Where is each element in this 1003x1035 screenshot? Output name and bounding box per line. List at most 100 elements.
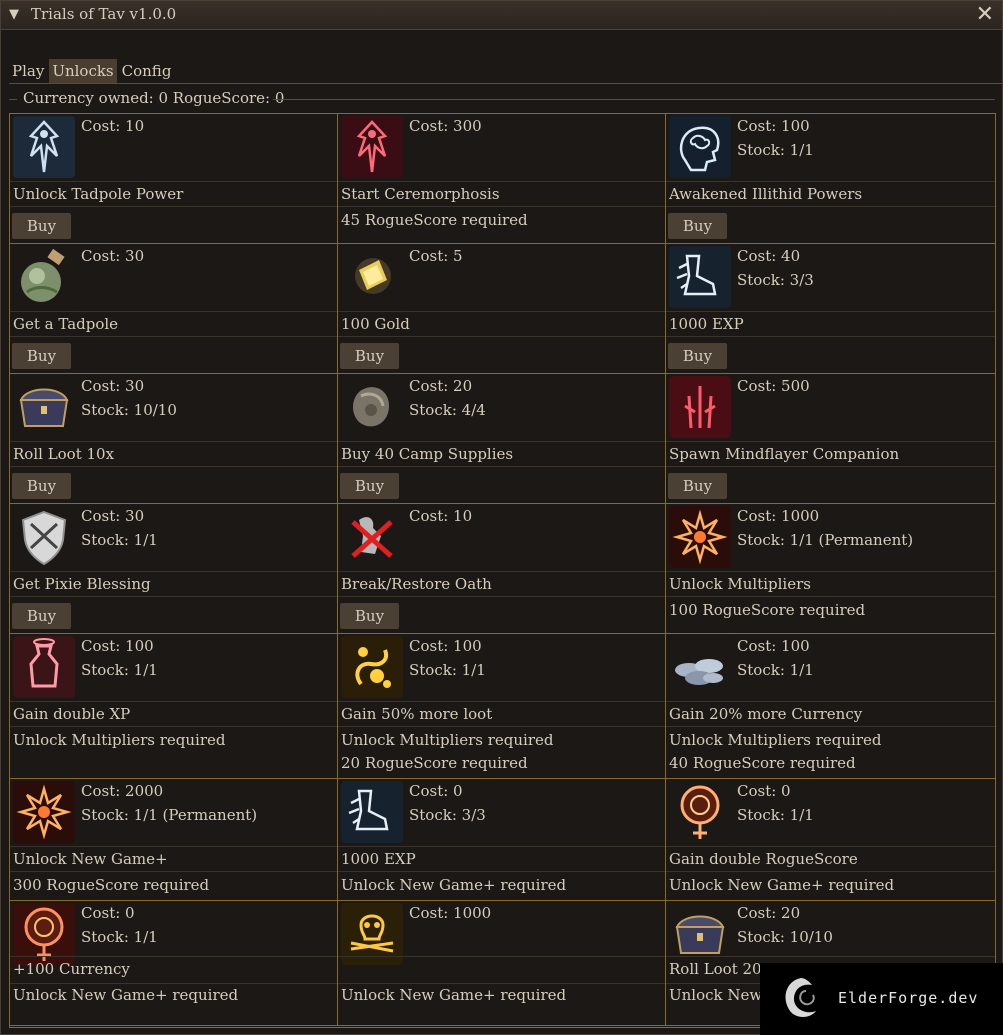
row-divider (338, 726, 665, 727)
buy-button[interactable]: Buy (340, 343, 399, 369)
close-icon[interactable]: ✕ (976, 2, 994, 27)
item-cost: Cost: 10 (81, 117, 145, 135)
unlock-item: Cost: 20 Stock: 4/4 Buy 40 Camp Supplies Bu… (338, 374, 666, 504)
row-divider (10, 311, 337, 312)
unlock-item: Cost: 30 Stock: 1/1 Get Pixie Blessing Buy (10, 504, 338, 634)
buy-button[interactable]: Buy (668, 213, 727, 239)
item-cost: Cost: 100 (737, 117, 810, 135)
collapse-arrow-icon[interactable]: ▼ (9, 7, 19, 22)
tadpole-power-icon (13, 116, 75, 178)
unlock-item: Cost: 500 Spawn Mindflayer Companion Buy (666, 374, 995, 504)
item-name: Get a Tadpole (13, 315, 119, 333)
row-divider (666, 336, 995, 337)
row-divider (338, 701, 665, 702)
item-stock: Stock: 1/1 (737, 141, 814, 159)
coins-icon (669, 636, 731, 698)
item-requirement: Unlock New Game+ required (341, 986, 567, 1004)
row-divider (338, 871, 665, 872)
buy-button[interactable]: Buy (340, 603, 399, 629)
row-divider (10, 596, 337, 597)
row-divider (10, 983, 337, 984)
item-requirement: 40 RogueScore required (669, 754, 856, 772)
row-divider (666, 956, 995, 957)
item-name: Awakened Illithid Powers (669, 185, 863, 203)
row-divider (666, 206, 995, 207)
unlock-item: Cost: 100 Stock: 1/1 Gain 50% more loot Unl… (338, 634, 666, 779)
item-cost: Cost: 0 (737, 782, 791, 800)
buy-button[interactable]: Buy (668, 473, 727, 499)
item-name: Buy 40 Camp Supplies (341, 445, 514, 463)
unlock-item: Cost: 30 Get a Tadpole Buy (10, 244, 338, 374)
item-name: 1000 EXP (669, 315, 744, 333)
item-cost: Cost: 40 (737, 247, 801, 265)
row-divider (338, 466, 665, 467)
row-divider (10, 336, 337, 337)
currency-status: Currency owned: 0 RogueScore: 0 (23, 89, 285, 107)
row-divider (338, 336, 665, 337)
row-divider (10, 206, 337, 207)
item-cost: Cost: 100 (81, 637, 154, 655)
xp-potion-icon (13, 636, 75, 698)
item-stock: Stock: 1/1 (409, 661, 486, 679)
unlocks-grid: Cost: 10 Unlock Tadpole Power Buy Cost: 300… (9, 113, 996, 1028)
row-divider (10, 956, 337, 957)
item-cost: Cost: 30 (81, 377, 145, 395)
row-divider (338, 846, 665, 847)
item-name: 100 Gold (341, 315, 410, 333)
item-stock: Stock: 4/4 (409, 401, 486, 419)
item-requirement: Unlock New Game+ required (13, 986, 239, 1004)
exp-boot-icon (669, 246, 731, 308)
row-divider (666, 181, 995, 182)
item-cost: Cost: 2000 (81, 782, 164, 800)
camp-supplies-icon (341, 376, 403, 438)
buy-button[interactable]: Buy (668, 343, 727, 369)
item-name: Gain double RogueScore (669, 850, 858, 868)
unlock-item: Cost: 1000 Unlock New Game+ required (338, 901, 666, 1026)
tadpole-jar-icon (13, 246, 75, 308)
row-divider (666, 871, 995, 872)
watermark: ElderForge.dev (760, 963, 1003, 1035)
item-cost: Cost: 1000 (409, 904, 492, 922)
loot-chest-icon (13, 376, 75, 438)
buy-button[interactable]: Buy (12, 343, 71, 369)
unlock-item: Cost: 10 Unlock Tadpole Power Buy (10, 114, 338, 244)
new-game-burst-icon (13, 781, 75, 843)
unlock-item: Cost: 100 Stock: 1/1 Gain double XP Unlock … (10, 634, 338, 779)
illithid-brain-icon (669, 116, 731, 178)
tab-play[interactable]: Play (9, 59, 47, 83)
item-stock: Stock: 1/1 (737, 806, 814, 824)
item-name: Gain 50% more loot (341, 705, 493, 723)
title-bar: ▼ Trials of Tav v1.0.0 ✕ (1, 1, 1002, 30)
item-cost: Cost: 20 (409, 377, 473, 395)
item-cost: Cost: 1000 (737, 507, 820, 525)
unlock-item: Cost: 100 Stock: 1/1 Awakened Illithid Pow… (666, 114, 995, 244)
tab-config[interactable]: Config (119, 59, 175, 83)
item-cost: Cost: 5 (409, 247, 463, 265)
item-requirement: 100 RogueScore required (669, 601, 866, 619)
item-stock: Stock: 10/10 (737, 928, 833, 946)
item-cost: Cost: 100 (737, 637, 810, 655)
broken-oath-icon (341, 506, 403, 568)
buy-button[interactable]: Buy (12, 473, 71, 499)
tab-unlocks[interactable]: Unlocks (49, 59, 117, 83)
item-name: Gain double XP (13, 705, 131, 723)
row-divider (10, 466, 337, 467)
exp-boot-icon (341, 781, 403, 843)
item-name: Unlock Tadpole Power (13, 185, 184, 203)
item-stock: Stock: 1/1 (81, 928, 158, 946)
buy-button[interactable]: Buy (340, 473, 399, 499)
item-requirement: 45 RogueScore required (341, 211, 528, 229)
item-requirement: Unlock New Game+ required (341, 876, 567, 894)
buy-button[interactable]: Buy (12, 213, 71, 239)
unlocks-window: ▼ Trials of Tav v1.0.0 ✕ Play Unlocks Co… (0, 0, 1003, 1035)
item-stock: Stock: 1/1 (Permanent) (737, 531, 914, 549)
unlock-item: Cost: 300 Start Ceremorphosis 45 RogueScor… (338, 114, 666, 244)
buy-button[interactable]: Buy (12, 603, 71, 629)
item-cost: Cost: 10 (409, 507, 473, 525)
item-stock: Stock: 1/1 (81, 531, 158, 549)
item-name: Unlock New Game+ (13, 850, 168, 868)
row-divider (666, 701, 995, 702)
row-divider (10, 181, 337, 182)
watermark-text: ElderForge.dev (838, 989, 979, 1007)
row-divider (666, 846, 995, 847)
